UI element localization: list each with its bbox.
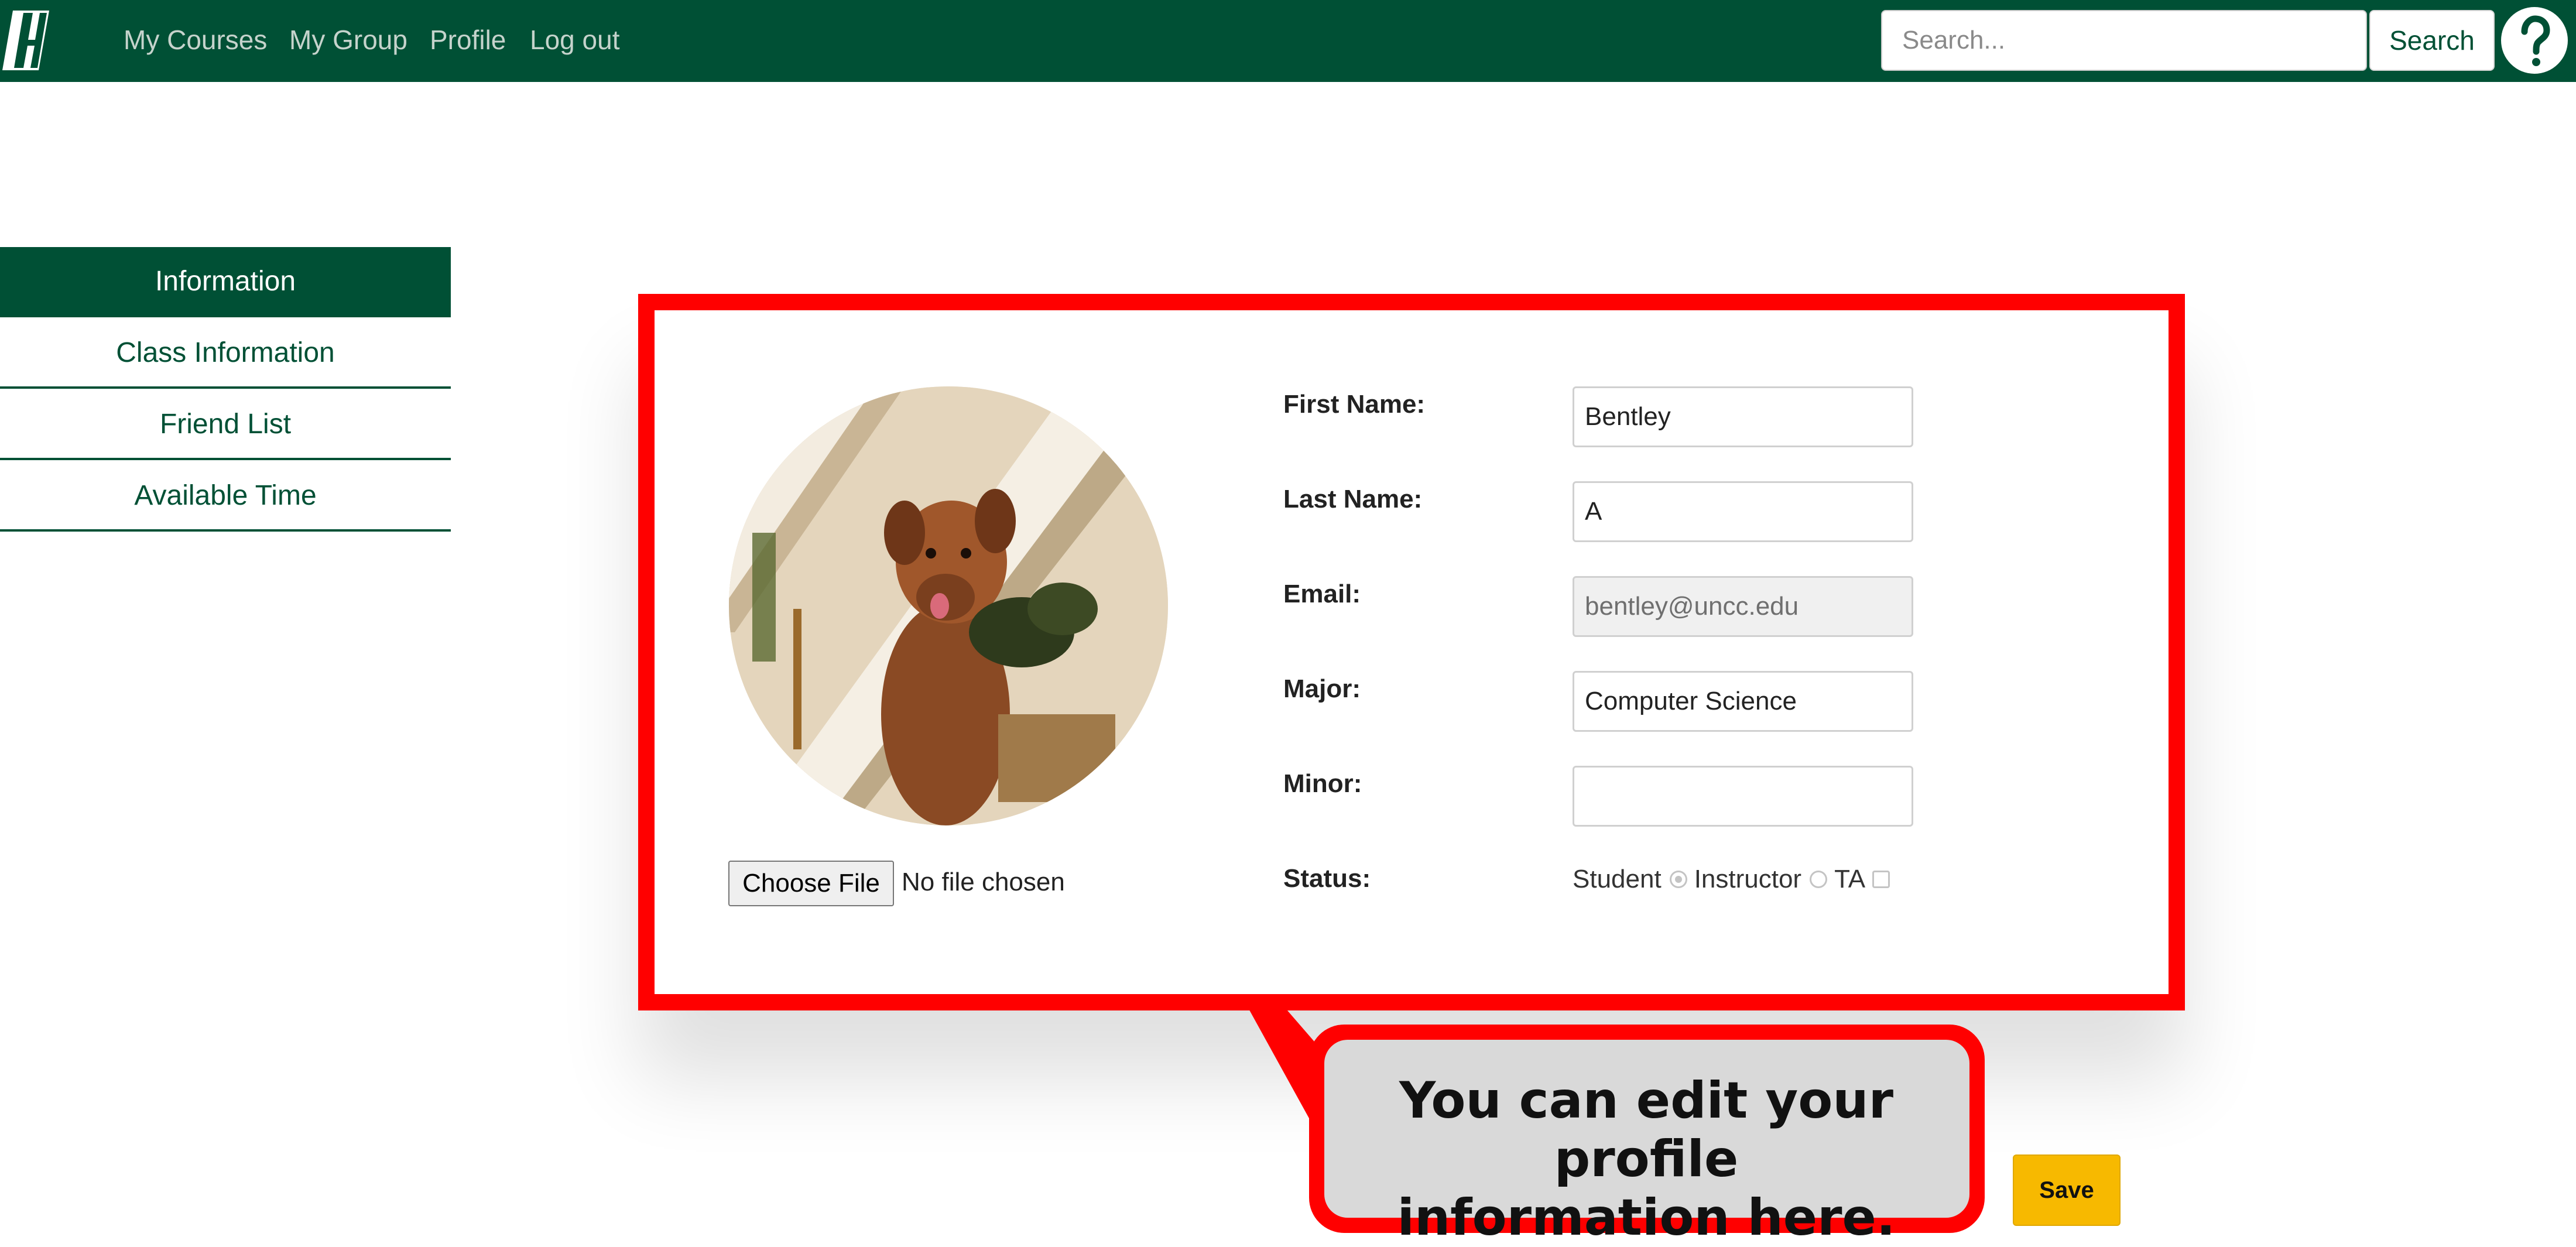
status-student-radio[interactable] <box>1669 871 1687 888</box>
email-field <box>1573 576 1913 637</box>
question-mark-icon <box>2521 15 2550 66</box>
last-name-label: Last Name: <box>1283 485 1423 513</box>
status-ta-checkbox[interactable] <box>1872 871 1890 888</box>
search-button[interactable]: Search <box>2369 10 2495 71</box>
nav-my-group-link[interactable]: My Group <box>289 22 407 57</box>
callout-text: You can edit your profile information he… <box>1324 1071 1968 1247</box>
file-status-text: No file chosen <box>902 868 1065 896</box>
sidebar-item-available-time[interactable]: Available Time <box>0 461 451 532</box>
sidebar-item-class-information[interactable]: Class Information <box>0 318 451 389</box>
first-name-field[interactable] <box>1573 386 1913 447</box>
major-label: Major: <box>1283 674 1361 703</box>
status-options: Student Instructor TA <box>1573 863 1890 896</box>
save-button[interactable]: Save <box>2013 1154 2121 1226</box>
minor-label: Minor: <box>1283 769 1362 798</box>
callout-line-1: You can edit your profile <box>1399 1071 1893 1188</box>
nav-profile-link[interactable]: Profile <box>430 22 506 57</box>
top-navbar: My Courses My Group Profile Log out Sear… <box>0 0 2576 82</box>
dog-photo-image <box>729 386 1168 825</box>
search-input[interactable] <box>1881 10 2367 71</box>
status-instructor-label: Instructor <box>1694 865 1802 893</box>
minor-field[interactable] <box>1573 766 1913 827</box>
last-name-field[interactable] <box>1573 481 1913 542</box>
email-label: Email: <box>1283 580 1361 608</box>
status-instructor-radio[interactable] <box>1810 871 1828 888</box>
choose-file-button[interactable]: Choose File <box>728 861 894 906</box>
sidebar-item-information[interactable]: Information <box>0 247 451 317</box>
nav-logout-link[interactable]: Log out <box>530 22 619 57</box>
status-label: Status: <box>1283 864 1371 893</box>
university-logo-icon[interactable] <box>0 6 66 75</box>
callout-line-2: information here. <box>1397 1188 1896 1247</box>
major-field[interactable] <box>1573 671 1913 732</box>
status-ta-label: TA <box>1834 865 1866 893</box>
sidebar-item-friend-list[interactable]: Friend List <box>0 390 451 460</box>
nav-my-courses-link[interactable]: My Courses <box>124 22 267 57</box>
profile-avatar <box>729 386 1168 825</box>
help-button[interactable] <box>2501 7 2568 74</box>
status-student-label: Student <box>1573 865 1662 893</box>
first-name-label: First Name: <box>1283 390 1426 419</box>
